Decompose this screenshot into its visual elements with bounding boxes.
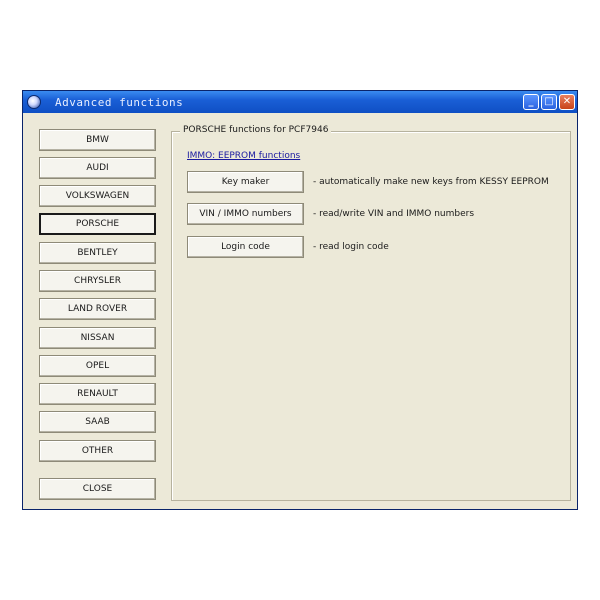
brand-label: BENTLEY: [77, 248, 118, 258]
maximize-button[interactable]: □: [541, 94, 557, 110]
brand-button-renault[interactable]: RENAULT: [39, 383, 156, 405]
brand-button-opel[interactable]: OPEL: [39, 355, 156, 377]
function-label: VIN / IMMO numbers: [199, 209, 292, 219]
brand-button-bentley[interactable]: BENTLEY: [39, 242, 156, 264]
app-icon[interactable]: [27, 95, 41, 109]
maximize-icon: □: [544, 96, 554, 107]
brand-label: OPEL: [85, 361, 110, 371]
window-title: Advanced functions: [55, 95, 184, 109]
login-code-button[interactable]: Login code: [187, 236, 304, 258]
brand-button-volkswagen[interactable]: VOLKSWAGEN: [39, 185, 156, 207]
function-label: Login code: [221, 242, 270, 252]
immo-eeprom-functions-link[interactable]: IMMO: EEPROM functions: [187, 151, 300, 161]
brand-label: BMW: [86, 135, 109, 145]
brand-label: AUDI: [86, 163, 109, 173]
minimize-button[interactable]: _: [523, 94, 539, 110]
brand-label: NISSAN: [80, 333, 115, 343]
vin-immo-numbers-description: - read/write VIN and IMMO numbers: [313, 209, 475, 219]
key-maker-description: - automatically make new keys from KESSY…: [313, 177, 549, 187]
advanced-functions-window: Advanced functions _ □ ✕ BMW AUDI VOLKSW…: [22, 90, 578, 510]
minimize-icon: _: [528, 96, 534, 107]
panel-title: PORSCHE functions for PCF7946: [180, 125, 332, 135]
brand-button-chrysler[interactable]: CHRYSLER: [39, 270, 156, 292]
key-maker-button[interactable]: Key maker: [187, 171, 304, 193]
close-icon: ✕: [562, 96, 572, 107]
function-label: Key maker: [221, 177, 270, 187]
brand-label: PORSCHE: [75, 219, 120, 229]
brand-label: VOLKSWAGEN: [65, 191, 130, 201]
title-buttons: _ □ ✕: [523, 94, 575, 110]
brand-button-saab[interactable]: SAAB: [39, 411, 156, 433]
close-label: CLOSE: [82, 484, 113, 494]
title-bar[interactable]: Advanced functions _ □ ✕: [23, 91, 577, 113]
brand-button-audi[interactable]: AUDI: [39, 157, 156, 179]
brand-label: LAND ROVER: [67, 304, 128, 314]
brand-button-nissan[interactable]: NISSAN: [39, 327, 156, 349]
brand-button-porsche[interactable]: PORSCHE: [39, 213, 156, 235]
brand-label: OTHER: [81, 446, 114, 456]
close-window-button[interactable]: ✕: [559, 94, 575, 110]
close-button[interactable]: CLOSE: [39, 478, 156, 500]
brand-button-land-rover[interactable]: LAND ROVER: [39, 298, 156, 320]
brand-label: CHRYSLER: [74, 276, 121, 286]
brand-button-other[interactable]: OTHER: [39, 440, 156, 462]
vin-immo-numbers-button[interactable]: VIN / IMMO numbers: [187, 203, 304, 225]
brand-label: RENAULT: [77, 389, 118, 399]
login-code-description: - read login code: [313, 242, 389, 252]
brand-button-bmw[interactable]: BMW: [39, 129, 156, 151]
brand-label: SAAB: [85, 417, 110, 427]
